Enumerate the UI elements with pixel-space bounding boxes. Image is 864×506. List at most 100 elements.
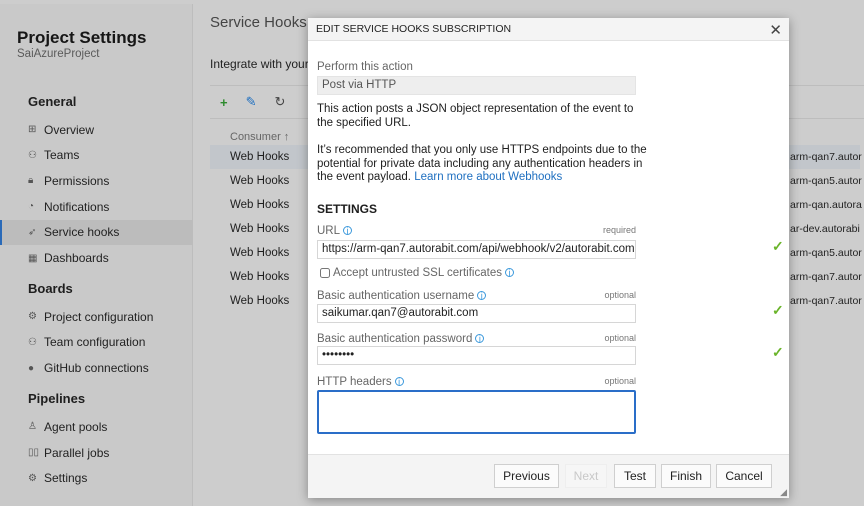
info-icon: i [504, 268, 514, 278]
info-icon: i [477, 291, 487, 301]
refresh-icon[interactable]: ↻ [275, 94, 286, 110]
resize-handle[interactable]: ◢ [780, 487, 787, 498]
close-icon[interactable]: ✕ [769, 21, 782, 39]
sidebar-item-team-configuration[interactable]: ⚇ Team configuration [0, 330, 193, 355]
consumer-cell: Web Hooks [230, 175, 290, 187]
url-input[interactable]: https://arm-qan7.autorabit.com/api/webho… [317, 240, 636, 259]
url-cell: arm-qan7.autor [790, 151, 862, 163]
required-tag: required [602, 225, 636, 235]
sidebar-item-notifications[interactable]: ◔ Notifications [0, 194, 193, 219]
action-field: Post via HTTP [317, 76, 636, 95]
test-button[interactable]: Test [614, 464, 656, 488]
check-icon: ✓ [772, 302, 784, 318]
sidebar-item-parallel-jobs[interactable]: ▯▯ Parallel jobs [0, 440, 193, 465]
headers-label: HTTP headers i [317, 376, 404, 388]
ssl-checkbox-row[interactable]: Accept untrusted SSL certificates i [320, 267, 514, 279]
password-input[interactable]: •••••••• [317, 346, 636, 365]
main-title: Service Hooks [210, 14, 307, 31]
consumer-cell: Web Hooks [230, 271, 290, 283]
sidebar-item-project-configuration[interactable]: ⚙ Project configuration [0, 304, 193, 329]
sidebar-item-label: Settings [44, 471, 88, 486]
sidebar-item-settings[interactable]: ⚙ Settings [0, 466, 193, 491]
url-label: URL i [317, 225, 353, 237]
action-label: Perform this action [317, 61, 413, 73]
sidebar-item-permissions[interactable]: 🔒︎ Permissions [0, 168, 193, 193]
settings-heading: SETTINGS [317, 202, 378, 216]
sidebar-item-label: GitHub connections [44, 361, 149, 376]
project-config-icon: ⚙ [28, 311, 37, 323]
lock-icon: 🔒︎ [28, 175, 34, 187]
sidebar-item-label: Overview [44, 122, 95, 137]
sidebar-item-github-connections[interactable]: ● GitHub connections [0, 356, 193, 381]
url-cell: arm-qan5.autor [790, 175, 862, 187]
check-icon: ✓ [772, 238, 784, 254]
url-cell: arm-qan7.autor [790, 295, 862, 307]
action-description: This action posts a JSON object represen… [317, 103, 634, 129]
username-input[interactable]: saikumar.qan7@autorabit.com [317, 304, 636, 323]
sidebar-item-agent-pools[interactable]: ♙ Agent pools [0, 414, 193, 439]
sidebar-item-label: Teams [44, 148, 80, 163]
sidebar-item-overview[interactable]: ⊞ Overview [0, 117, 193, 142]
section-heading: General [28, 94, 77, 109]
sidebar-item-label: Notifications [44, 199, 110, 214]
add-icon[interactable]: + [220, 95, 228, 110]
sidebar-item-label: Dashboards [44, 251, 109, 265]
headers-textarea[interactable] [317, 390, 636, 434]
team-config-icon: ⚇ [28, 336, 37, 348]
url-cell: arm-qan7.autor [790, 271, 862, 283]
sidebar-item-label: Project configuration [44, 309, 154, 324]
check-icon: ✓ [772, 344, 784, 360]
gear-icon: ⚙ [28, 472, 37, 484]
intro-text: Integrate with your [210, 57, 309, 71]
consumer-cell: Web Hooks [230, 199, 290, 211]
dialog-title: EDIT SERVICE HOOKS SUBSCRIPTION [316, 23, 512, 35]
username-label: Basic authentication username i [317, 290, 487, 302]
sidebar-item-label: Team configuration [44, 335, 146, 350]
parallel-icon: ▯▯ [28, 447, 40, 458]
agent-icon: ♙ [28, 421, 37, 433]
sidebar-item-label: Service hooks [44, 225, 120, 240]
edit-subscription-dialog: EDIT SERVICE HOOKS SUBSCRIPTION ✕ Perfor… [308, 18, 789, 498]
info-icon: i [394, 377, 404, 387]
sidebar-item-label: Permissions [44, 173, 110, 188]
sidebar-item-service-hooks[interactable]: ➶ Service hooks [0, 219, 193, 245]
teams-icon: ⚇ [28, 149, 37, 161]
url-cell: arm-qan5.autor [790, 247, 862, 259]
info-icon: i [475, 334, 485, 344]
sidebar-item-teams[interactable]: ⚇ Teams [0, 143, 193, 168]
consumer-cell: Web Hooks [230, 151, 290, 163]
optional-tag: optional [604, 290, 636, 300]
consumer-cell: Web Hooks [230, 247, 290, 259]
sidebar-item-label: Agent pools [44, 419, 108, 434]
finish-button[interactable]: Finish [661, 464, 711, 488]
optional-tag: optional [604, 333, 636, 343]
section-heading: Boards [28, 281, 73, 297]
optional-tag: optional [604, 376, 636, 386]
project-name: SaiAzureProject [17, 48, 100, 60]
https-warning: It’s recommended that you only use HTTPS… [317, 144, 647, 183]
edit-icon[interactable]: ✎ [246, 94, 257, 110]
ssl-checkbox[interactable] [320, 267, 330, 278]
info-icon: i [343, 226, 353, 236]
password-label: Basic authentication password i [317, 333, 485, 345]
rocket-icon: ➶ [28, 226, 37, 238]
url-cell: ar-dev.autorabi [790, 223, 860, 235]
column-header-consumer[interactable]: Consumer ↑ [230, 131, 289, 143]
learn-more-link[interactable]: Learn more about Webhooks [414, 171, 562, 183]
section-heading: Pipelines [28, 391, 86, 407]
notification-icon: ◔ [28, 201, 35, 213]
github-icon: ● [28, 362, 35, 374]
dashboard-icon: ▦ [28, 252, 38, 264]
sidebar-item-dashboards[interactable]: ▦ Dashboards [0, 246, 193, 271]
dialog-footer: Previous Next Test Finish Cancel ◢ [308, 454, 789, 498]
sidebar-item-label: Parallel jobs [44, 445, 110, 460]
sidebar: Project Settings SaiAzureProject General… [0, 4, 193, 506]
overview-icon: ⊞ [28, 124, 37, 135]
consumer-cell: Web Hooks [230, 223, 290, 235]
consumer-cell: Web Hooks [230, 295, 290, 307]
next-button[interactable]: Next [565, 464, 607, 488]
url-cell: arm-qan.autora [790, 199, 862, 211]
cancel-button[interactable]: Cancel [716, 464, 772, 488]
previous-button[interactable]: Previous [494, 464, 559, 488]
page-title: Project Settings [17, 28, 147, 47]
